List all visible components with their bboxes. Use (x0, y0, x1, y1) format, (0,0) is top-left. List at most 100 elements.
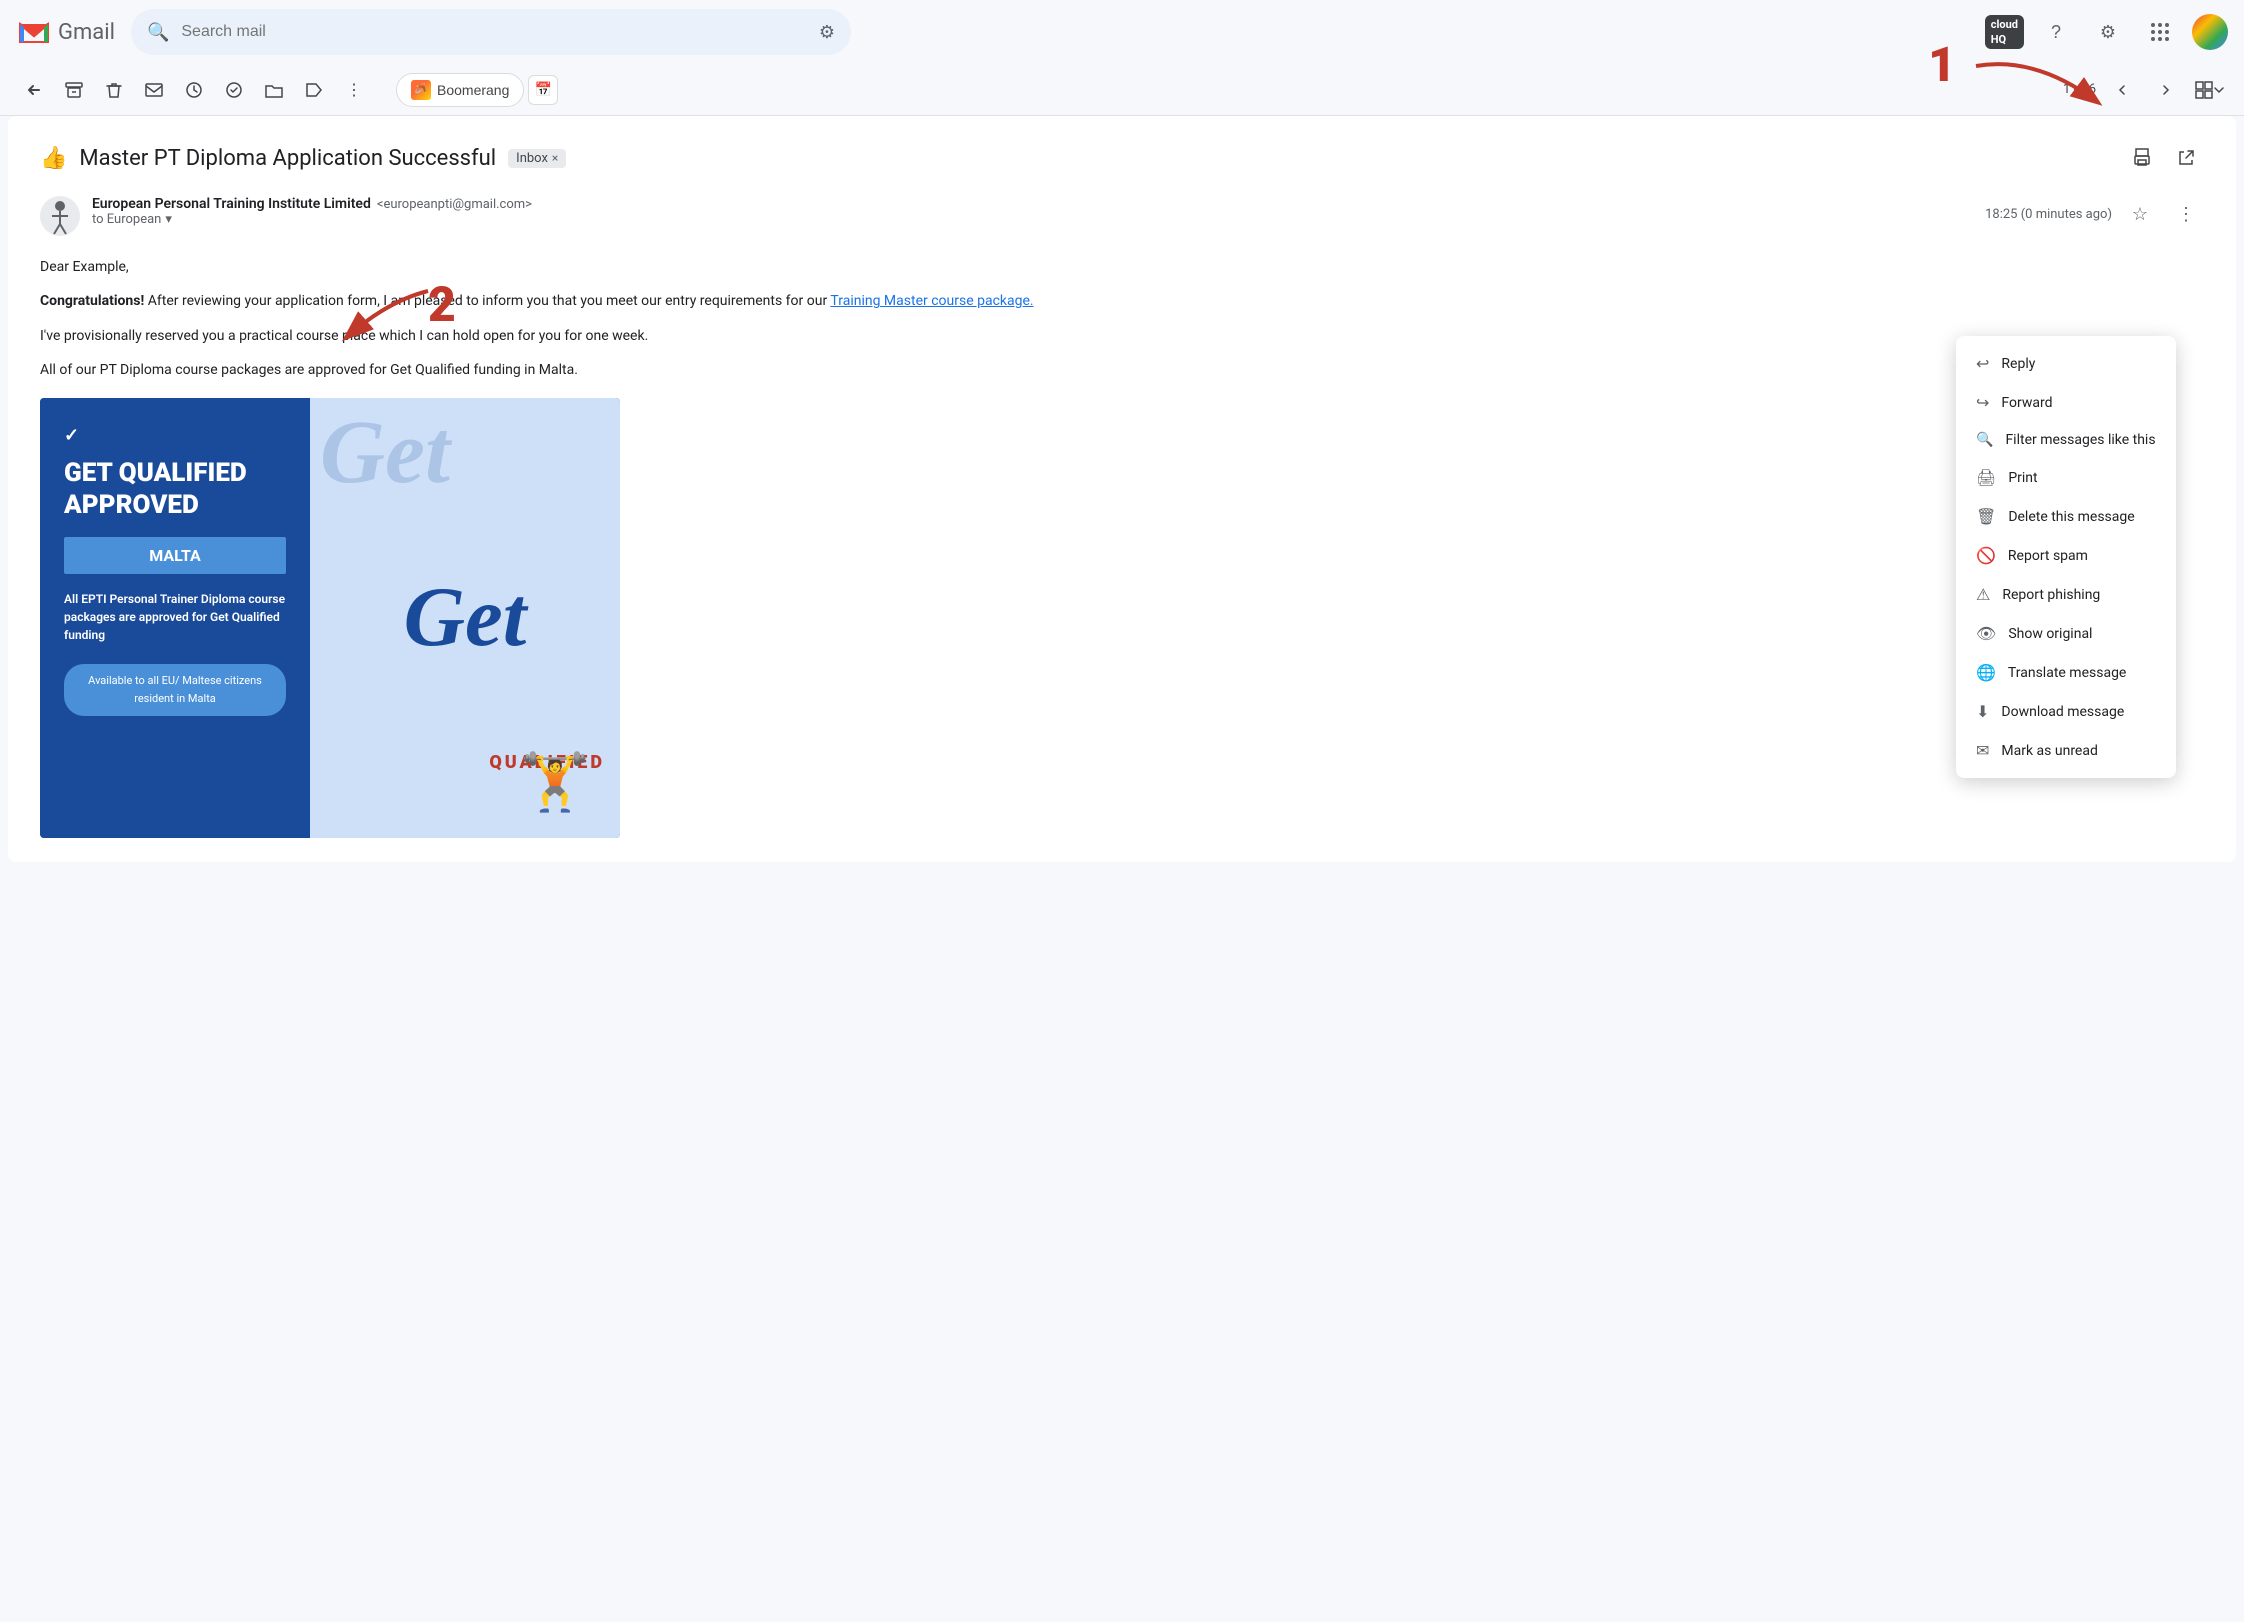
search-bar[interactable]: 🔍 ⚙ (131, 9, 851, 55)
settings-button[interactable]: ⚙ (2088, 12, 2128, 52)
external-link-icon (2176, 148, 2196, 168)
avatar[interactable] (2192, 14, 2228, 50)
course-link[interactable]: Training Master course package. (830, 293, 1033, 309)
download-icon: ⬇ (1976, 702, 1989, 721)
waffle-icon (2150, 22, 2170, 42)
email-subject-row: 👍 Master PT Diploma Application Successf… (40, 140, 2204, 176)
subject-emoji: 👍 (40, 146, 67, 171)
subject-actions (2124, 140, 2204, 176)
report-spam-menu-item[interactable]: 🚫 Report spam (1956, 536, 2176, 575)
trash-icon (104, 80, 124, 100)
unread-label: Mark as unread (2001, 743, 2097, 759)
dropdown-menu: ↩ Reply ↪ Forward 🔍 Filter messages like… (1956, 336, 2176, 778)
forward-label: Forward (2001, 395, 2052, 411)
archive-button[interactable] (56, 72, 92, 108)
view-options-button[interactable] (2192, 72, 2228, 108)
greeting-paragraph: Dear Example, (40, 256, 2204, 278)
eu-button: Available to all EU/ Maltese citizens re… (64, 664, 286, 715)
mark-unread-menu-item[interactable]: ✉ Mark as unread (1956, 731, 2176, 770)
prev-icon (2114, 82, 2130, 98)
clock-icon (184, 80, 204, 100)
cloud-hq-badge[interactable]: cloudHQ (1985, 15, 2024, 50)
star-button[interactable]: ☆ (2122, 196, 2158, 232)
dropdown-arrow-icon (2213, 84, 2225, 96)
prev-email-button[interactable] (2104, 72, 2140, 108)
folder-icon (264, 80, 284, 100)
email-icon (144, 80, 164, 100)
translate-icon: 🌐 (1976, 663, 1996, 682)
boomerang-button[interactable]: 🪃 Boomerang (396, 73, 524, 107)
translate-label: Translate message (2008, 665, 2126, 681)
search-filter-icon[interactable]: ⚙ (819, 22, 835, 43)
move-to-button[interactable] (256, 72, 292, 108)
body-after-bold: After reviewing your application form, I… (148, 293, 831, 309)
help-button[interactable]: ? (2036, 12, 2076, 52)
delete-label: Delete this message (2008, 509, 2134, 525)
inbox-badge-close[interactable]: × (552, 151, 558, 165)
to-dropdown-icon[interactable]: ▾ (165, 212, 172, 227)
report-phishing-menu-item[interactable]: ⚠ Report phishing (1956, 575, 2176, 614)
delete-menu-item[interactable]: 🗑 Delete this message (1956, 497, 2176, 536)
funding-paragraph: All of our PT Diploma course packages ar… (40, 359, 2204, 381)
print-button[interactable] (2124, 140, 2160, 176)
banner-title: GET QUALIFIED APPROVED (64, 458, 286, 520)
phishing-icon: ⚠ (1976, 585, 1990, 604)
top-right-icons: cloudHQ ? ⚙ (1985, 12, 2228, 52)
reply-icon: ↩ (1976, 354, 1989, 373)
reply-label: Reply (2001, 356, 2035, 372)
show-original-menu-item[interactable]: 👁 Show original (1956, 614, 2176, 653)
promo-banner: ✓ GET QUALIFIED APPROVED MALTA All EPTI … (40, 398, 620, 838)
archive-icon (64, 80, 84, 100)
banner-left: ✓ GET QUALIFIED APPROVED MALTA All EPTI … (40, 398, 310, 838)
congratulations-paragraph: Congratulations! After reviewing your ap… (40, 290, 2204, 312)
toolbar-right: 1 of 6 (2063, 72, 2228, 108)
toolbar: ⋮ 🪃 Boomerang 📅 1 of 6 (0, 64, 2244, 116)
email-subject: 👍 Master PT Diploma Application Successf… (40, 146, 566, 171)
bold-text: Congratulations! (40, 293, 144, 309)
more-options-button[interactable]: ⋮ (2168, 196, 2204, 232)
forward-menu-item[interactable]: ↪ Forward (1956, 383, 2176, 422)
translate-menu-item[interactable]: 🌐 Translate message (1956, 653, 2176, 692)
task-icon (224, 80, 244, 100)
unread-icon: ✉ (1976, 741, 1989, 760)
top-bar: Gmail 🔍 ⚙ cloudHQ ? ⚙ (0, 0, 2244, 64)
sender-email: <europeanpti@gmail.com> (377, 197, 532, 212)
search-icon: 🔍 (147, 22, 169, 43)
sender-row: European Personal Training Institute Lim… (40, 196, 2204, 236)
checkmark-icon: ✓ (64, 425, 79, 446)
back-button[interactable] (16, 72, 52, 108)
figure-icon: 🏋️ (520, 738, 590, 828)
get-watermark: Get (320, 408, 450, 498)
mark-unread-button[interactable] (136, 72, 172, 108)
calendar-button[interactable]: 📅 (528, 75, 558, 105)
boomerang-icon: 🪃 (411, 80, 431, 100)
delete-button[interactable] (96, 72, 132, 108)
more-toolbar-button[interactable]: ⋮ (336, 72, 372, 108)
download-menu-item[interactable]: ⬇ Download message (1956, 692, 2176, 731)
reply-menu-item[interactable]: ↩ Reply (1956, 344, 2176, 383)
boomerang-label: Boomerang (437, 82, 509, 98)
print-menu-item[interactable]: 🖨 Print (1956, 458, 2176, 497)
filter-icon: 🔍 (1976, 432, 1993, 448)
back-icon (24, 80, 44, 100)
search-input[interactable] (181, 23, 806, 41)
original-label: Show original (2008, 626, 2092, 642)
snooze-button[interactable] (176, 72, 212, 108)
label-button[interactable] (296, 72, 332, 108)
email-body: Dear Example, Congratulations! After rev… (40, 256, 2204, 838)
label-icon (304, 80, 324, 100)
sender-avatar (40, 196, 80, 236)
spam-label: Report spam (2008, 548, 2088, 564)
next-email-button[interactable] (2148, 72, 2184, 108)
subject-text: Master PT Diploma Application Successful (79, 146, 496, 171)
to-text: to European (92, 212, 161, 227)
filter-menu-item[interactable]: 🔍 Filter messages like this (1956, 422, 2176, 458)
google-apps-button[interactable] (2140, 12, 2180, 52)
print-icon (2132, 148, 2152, 168)
reserved-paragraph: I've provisionally reserved you a practi… (40, 325, 2204, 347)
email-area: 1 👍 Master PT Diploma Application Succes… (8, 116, 2236, 862)
view-icon (2195, 81, 2213, 99)
add-task-button[interactable] (216, 72, 252, 108)
open-in-new-button[interactable] (2168, 140, 2204, 176)
to-line: to European ▾ (92, 212, 1973, 227)
